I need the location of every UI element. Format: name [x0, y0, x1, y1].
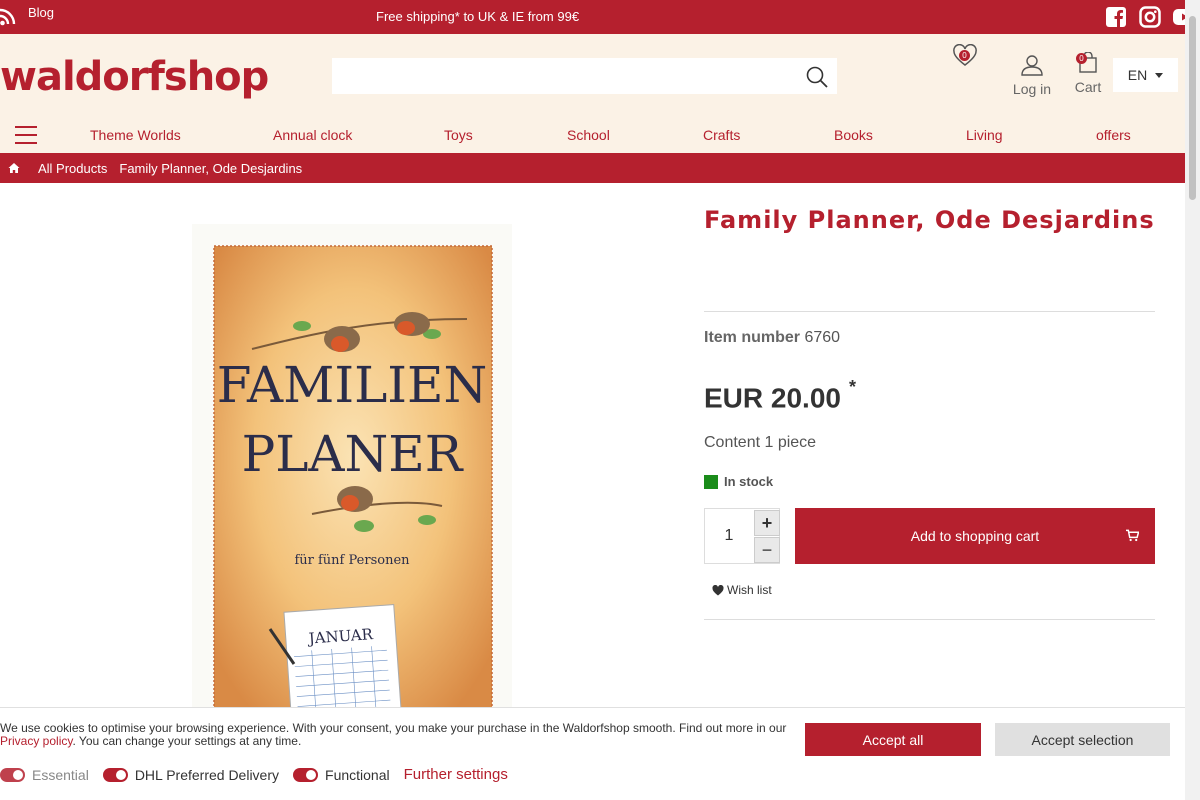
- breadcrumb-current: Family Planner, Ode Desjardins: [119, 160, 303, 176]
- facebook-icon[interactable]: [1105, 6, 1127, 28]
- search-input[interactable]: [332, 58, 792, 94]
- wishlist-button[interactable]: 0: [952, 43, 978, 70]
- toggle-label: Functional: [325, 766, 390, 783]
- search-box: [332, 58, 837, 94]
- toggle-label: DHL Preferred Delivery: [134, 766, 280, 783]
- language-value: EN: [1127, 67, 1148, 83]
- accept-selection-button[interactable]: Accept selection: [995, 723, 1170, 756]
- item-number-label: Item number: [704, 329, 801, 346]
- rss-icon: [0, 8, 16, 26]
- nav-item-crafts[interactable]: Crafts: [703, 127, 740, 143]
- further-settings-link[interactable]: Further settings: [404, 766, 508, 783]
- product-price: EUR 20.00 *: [704, 377, 856, 414]
- divider: [704, 619, 1155, 620]
- nav-item-offers[interactable]: offers: [1096, 127, 1131, 143]
- image-title-line1: FAMILIEN: [217, 356, 488, 414]
- breadcrumb-all-products[interactable]: All Products: [38, 161, 107, 176]
- menu-icon[interactable]: [15, 126, 37, 144]
- nav-item-school[interactable]: School: [567, 127, 610, 143]
- toggle-switch[interactable]: [102, 767, 128, 782]
- cookie-banner: We use cookies to optimise your browsing…: [0, 707, 1185, 800]
- stock-label: In stock: [724, 474, 774, 489]
- cart-icon: [1126, 529, 1139, 542]
- main-nav: Theme Worlds Annual clock Toys School Cr…: [0, 122, 1185, 150]
- wishlist-count-badge: 0: [959, 50, 970, 61]
- top-bar: Blog Free shipping* to UK & IE from 99€: [0, 0, 1185, 34]
- nav-item-theme-worlds[interactable]: Theme Worlds: [90, 127, 181, 143]
- in-stock-indicator: [704, 474, 718, 489]
- instagram-icon[interactable]: [1139, 6, 1161, 28]
- nav-item-toys[interactable]: Toys: [444, 127, 473, 143]
- login-button[interactable]: Log in: [1010, 54, 1054, 97]
- home-icon[interactable]: [8, 162, 20, 174]
- price-asterisk: *: [848, 377, 856, 397]
- cookie-text: We use cookies to optimise your browsing…: [0, 722, 790, 748]
- site-logo[interactable]: waldorfshop: [0, 54, 269, 100]
- scrollbar-thumb[interactable]: [1189, 16, 1196, 200]
- cookie-toggles: Essential DHL Preferred Delivery Functio…: [0, 766, 508, 783]
- plus-icon[interactable]: +: [754, 510, 780, 536]
- toggle-dhl-preferred-delivery[interactable]: DHL Preferred Delivery: [102, 766, 280, 783]
- social-links: [1105, 6, 1185, 28]
- cart-button[interactable]: 0 Cart: [1072, 51, 1104, 95]
- heart-icon: [712, 584, 724, 595]
- price-value: EUR 20.00: [704, 382, 841, 414]
- youtube-icon[interactable]: [1173, 6, 1185, 28]
- nav-item-annual-clock[interactable]: Annual clock: [273, 127, 352, 143]
- privacy-policy-link[interactable]: Privacy policy: [0, 734, 72, 748]
- product-content: Content 1 piece: [704, 434, 817, 451]
- header: waldorfshop 0 Log in 0 Cart EN Theme Wor…: [0, 34, 1185, 153]
- breadcrumb: All Products Family Planner, Ode Desjard…: [0, 153, 1185, 183]
- minus-icon[interactable]: −: [754, 537, 780, 563]
- cart-count-badge: 0: [1076, 53, 1087, 64]
- quantity-input[interactable]: 1: [705, 509, 753, 563]
- cookie-text-part: We use cookies to optimise your browsing…: [0, 721, 787, 735]
- user-icon: [1021, 55, 1043, 76]
- product-title: Family Planner, Ode Desjardins: [704, 206, 1155, 234]
- divider: [704, 311, 1155, 312]
- image-subtitle: für fünf Personen: [294, 553, 410, 568]
- toggle-switch[interactable]: [293, 767, 319, 782]
- toggle-functional[interactable]: Functional: [293, 767, 390, 783]
- add-to-cart-label: Add to shopping cart: [910, 528, 1040, 544]
- toggle-label: Essential: [32, 766, 89, 783]
- wish-list-label: Wish list: [727, 583, 772, 597]
- item-number: Item number 6760: [704, 329, 840, 347]
- login-label: Log in: [1012, 81, 1052, 97]
- accept-all-button[interactable]: Accept all: [805, 723, 981, 756]
- wish-list-link[interactable]: Wish list: [712, 583, 772, 597]
- shipping-promo: Free shipping* to UK & IE from 99€: [376, 9, 580, 24]
- image-title-line2: PLANER: [242, 425, 464, 483]
- nav-item-living[interactable]: Living: [966, 127, 1003, 143]
- stock-status: In stock: [704, 474, 773, 489]
- chevron-down-icon: [1155, 72, 1164, 78]
- search-icon[interactable]: [805, 65, 829, 89]
- scrollbar[interactable]: [1185, 0, 1200, 800]
- blog-link[interactable]: Blog: [0, 0, 54, 34]
- quantity-stepper: 1 + −: [704, 508, 780, 564]
- item-number-value: 6760: [804, 329, 841, 346]
- product-image[interactable]: FAMILIEN PLANER für fünf Personen JANUAR: [192, 224, 512, 723]
- blog-label: Blog: [28, 4, 55, 20]
- nav-item-books[interactable]: Books: [834, 127, 873, 143]
- cookie-text-part: . You can change your settings at any ti…: [72, 734, 302, 748]
- toggle-essential: Essential: [0, 767, 89, 783]
- add-to-cart-button[interactable]: Add to shopping cart: [795, 508, 1155, 564]
- cart-label: Cart: [1074, 79, 1102, 95]
- language-select[interactable]: EN: [1113, 58, 1178, 92]
- toggle-switch: [0, 767, 25, 782]
